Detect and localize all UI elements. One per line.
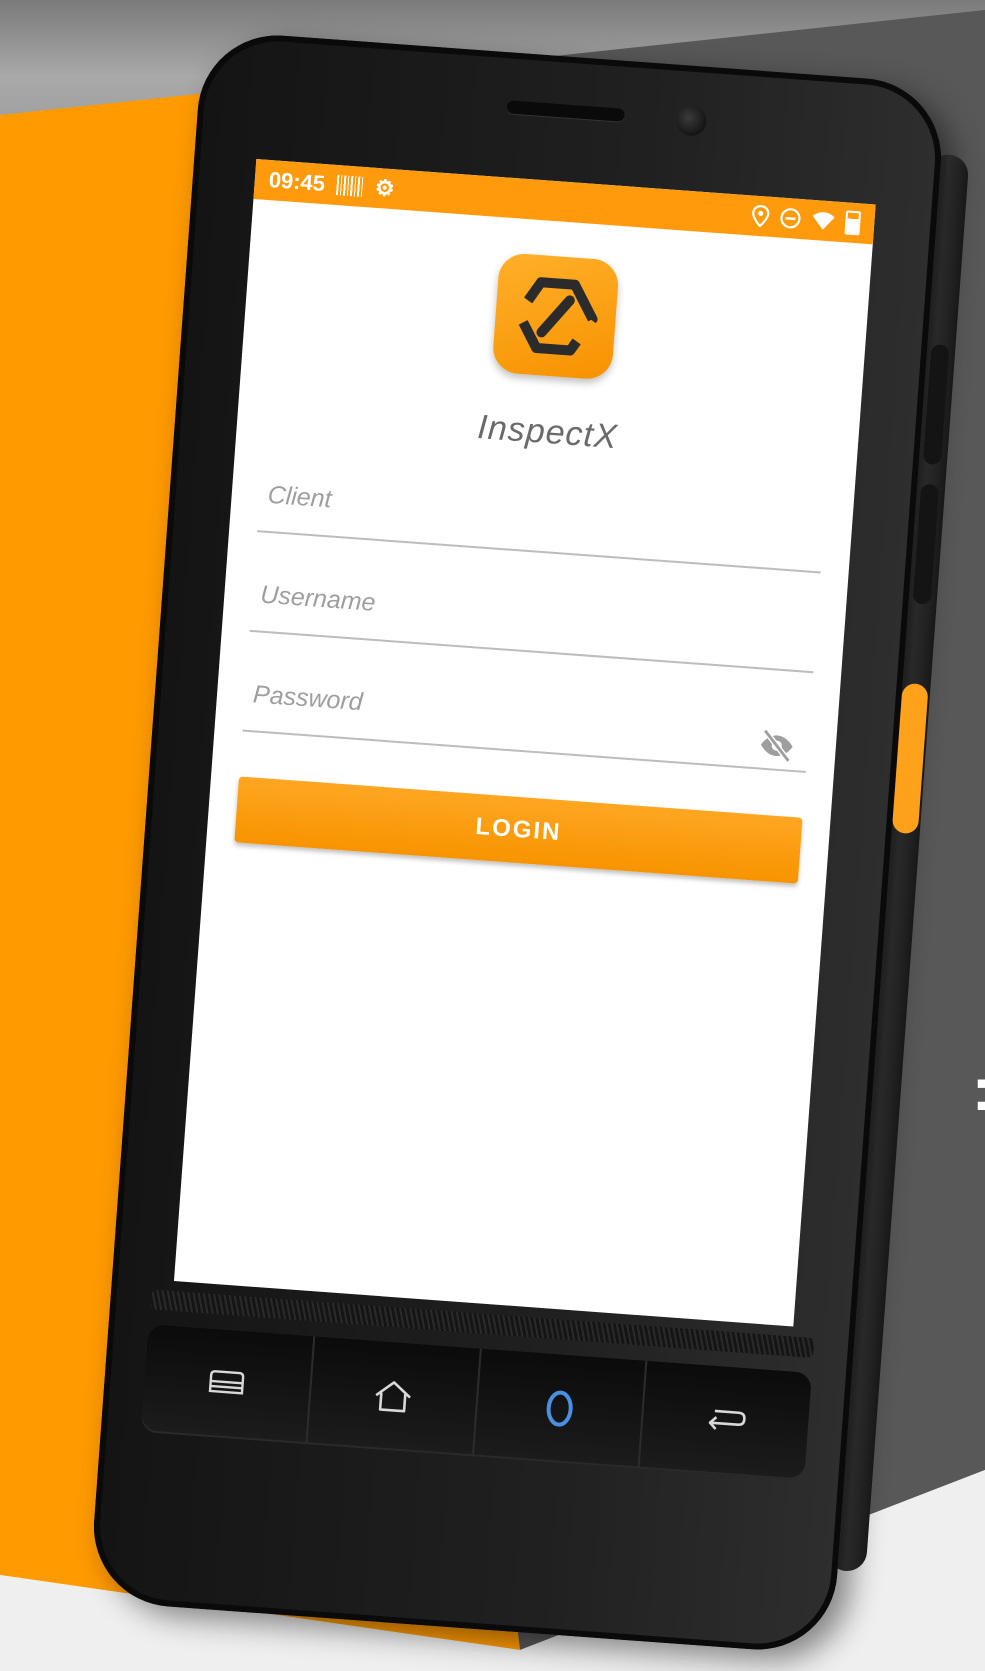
battery-icon: . <box>844 210 862 236</box>
gear-icon: ⚙ <box>373 174 396 202</box>
wifi-icon <box>812 212 835 230</box>
app-logo <box>491 252 620 381</box>
handheld-device: 09:45 ⚙ . <box>88 29 970 1656</box>
status-right-group: . <box>751 203 862 236</box>
password-field <box>242 659 812 773</box>
home-icon <box>375 1381 412 1413</box>
app-name: InspectX <box>476 408 619 457</box>
username-input[interactable] <box>251 573 731 649</box>
back-icon <box>708 1409 746 1430</box>
login-button[interactable]: LOGIN <box>234 776 803 884</box>
do-not-disturb-icon <box>780 208 801 229</box>
back-key[interactable] <box>640 1361 812 1481</box>
status-time: 09:45 <box>267 167 326 197</box>
client-field <box>257 460 826 574</box>
barcode-icon <box>336 175 364 197</box>
menu-key[interactable] <box>140 1324 316 1445</box>
username-field <box>249 560 819 674</box>
eye-off-icon[interactable] <box>756 725 797 766</box>
device-screen: 09:45 ⚙ . <box>173 159 876 1327</box>
app-switch-key[interactable] <box>473 1348 648 1469</box>
client-input[interactable] <box>258 474 738 550</box>
location-pin-icon <box>752 205 770 228</box>
status-left-group: 09:45 ⚙ <box>268 167 396 202</box>
circle-icon <box>546 1390 573 1427</box>
app-logo-hexagon-icon <box>513 277 598 356</box>
home-key[interactable] <box>307 1336 482 1457</box>
side-text-fragment: : <box>972 1060 985 1120</box>
menu-icon <box>209 1370 245 1395</box>
password-input[interactable] <box>243 673 724 749</box>
